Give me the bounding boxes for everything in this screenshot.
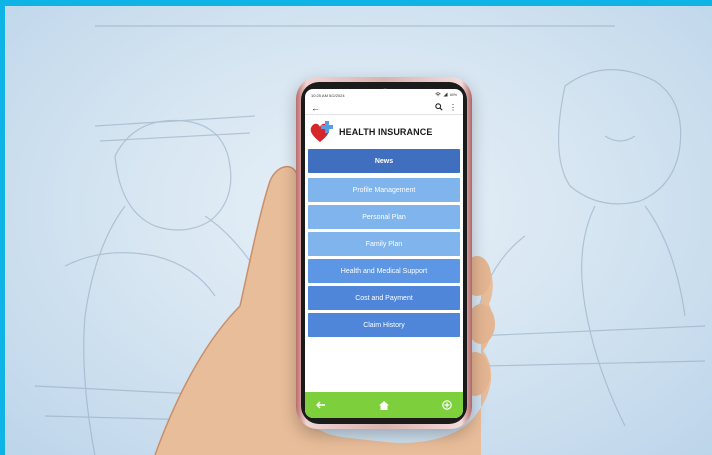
- battery-level: 60%: [449, 93, 457, 97]
- smartphone: 10:25 AM 5/2/2024 60% ← ⋮ HEALTH INSURAN…: [296, 77, 472, 429]
- status-bar: 10:25 AM 5/2/2024 60%: [305, 89, 463, 101]
- status-time: 10:25 AM 5/2/2024: [311, 92, 345, 98]
- app-title: HEALTH INSURANCE: [339, 127, 433, 137]
- back-arrow-icon[interactable]: [313, 397, 329, 413]
- bottom-navigation-bar: [305, 392, 463, 418]
- menu-item-news[interactable]: News: [308, 149, 460, 173]
- wifi-icon: [435, 91, 441, 99]
- menu-item-profile-management[interactable]: Profile Management: [308, 178, 460, 202]
- menu-item-health-medical-support[interactable]: Health and Medical Support: [308, 259, 460, 283]
- signal-icon: [443, 92, 448, 99]
- menu-item-claim-history[interactable]: Claim History: [308, 313, 460, 337]
- app-header: HEALTH INSURANCE: [305, 115, 463, 149]
- menu-item-cost-payment[interactable]: Cost and Payment: [308, 286, 460, 310]
- menu-item-family-plan[interactable]: Family Plan: [308, 232, 460, 256]
- heart-cross-logo-icon: [309, 120, 335, 144]
- app-toolbar: ← ⋮: [305, 101, 463, 115]
- status-icons: 60%: [435, 91, 457, 99]
- main-menu: News Profile Management Personal Plan Fa…: [305, 149, 463, 337]
- back-arrow-icon[interactable]: ←: [311, 103, 320, 113]
- menu-item-personal-plan[interactable]: Personal Plan: [308, 205, 460, 229]
- background-scene: 10:25 AM 5/2/2024 60% ← ⋮ HEALTH INSURAN…: [5, 6, 712, 455]
- more-vertical-icon[interactable]: ⋮: [449, 103, 457, 112]
- phone-screen: 10:25 AM 5/2/2024 60% ← ⋮ HEALTH INSURAN…: [305, 89, 463, 418]
- home-icon[interactable]: [376, 397, 392, 413]
- search-icon[interactable]: [435, 102, 443, 113]
- add-circle-icon[interactable]: [439, 397, 455, 413]
